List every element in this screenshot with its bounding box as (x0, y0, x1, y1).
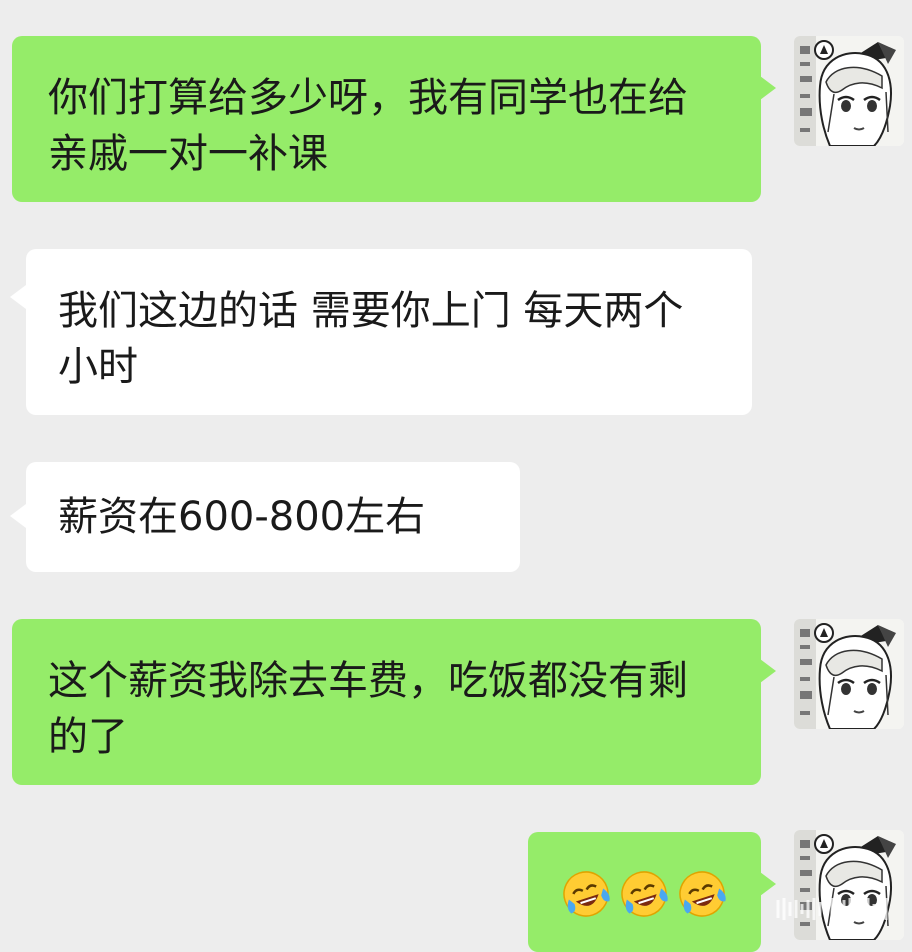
laugh-cry-emoji-icon (563, 871, 610, 917)
watermark-icon (776, 898, 888, 920)
user-avatar[interactable] (794, 619, 904, 729)
message-text: 薪资在600-800左右 (58, 494, 426, 540)
message-text: 我们这边的话 需要你上门 每天两个小时 (58, 288, 684, 390)
message-text: 这个薪资我除去车费，吃饭都没有剩的了 (48, 658, 688, 760)
user-avatar[interactable] (794, 36, 904, 146)
emoji-row (560, 868, 761, 920)
outgoing-message-bubble[interactable]: 你们打算给多少呀，我有同学也在给亲戚一对一补课 (12, 36, 761, 202)
outgoing-message-bubble[interactable] (528, 832, 761, 952)
laugh-cry-emoji-icon (679, 871, 726, 917)
bubble-tail (760, 76, 776, 100)
outgoing-message-bubble[interactable]: 这个薪资我除去车费，吃饭都没有剩的了 (12, 619, 761, 785)
incoming-message-bubble[interactable]: 我们这边的话 需要你上门 每天两个小时 (26, 249, 752, 415)
bubble-tail (760, 872, 776, 896)
bubble-tail (10, 285, 26, 309)
message-text: 你们打算给多少呀，我有同学也在给亲戚一对一补课 (48, 75, 688, 177)
anime-avatar-icon (794, 619, 904, 729)
laugh-cry-emoji-icon (621, 871, 668, 917)
incoming-message-bubble[interactable]: 薪资在600-800左右 (26, 462, 520, 572)
bubble-tail (10, 504, 26, 528)
anime-avatar-icon (794, 830, 904, 940)
user-avatar[interactable] (794, 830, 904, 940)
anime-avatar-icon (794, 36, 904, 146)
chat-area: 你们打算给多少呀，我有同学也在给亲戚一对一补课 我们这边的话 需要你上门 每天两… (0, 0, 912, 952)
bubble-tail (760, 659, 776, 683)
